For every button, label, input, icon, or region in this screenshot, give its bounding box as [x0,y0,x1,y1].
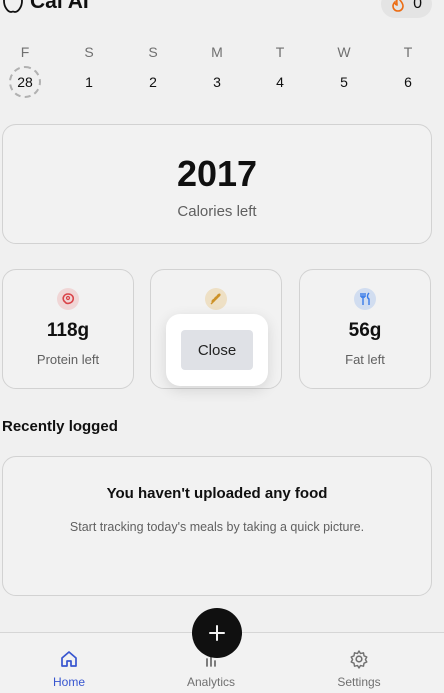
close-button[interactable]: Close [181,330,253,370]
close-dialog: Close [166,314,268,386]
